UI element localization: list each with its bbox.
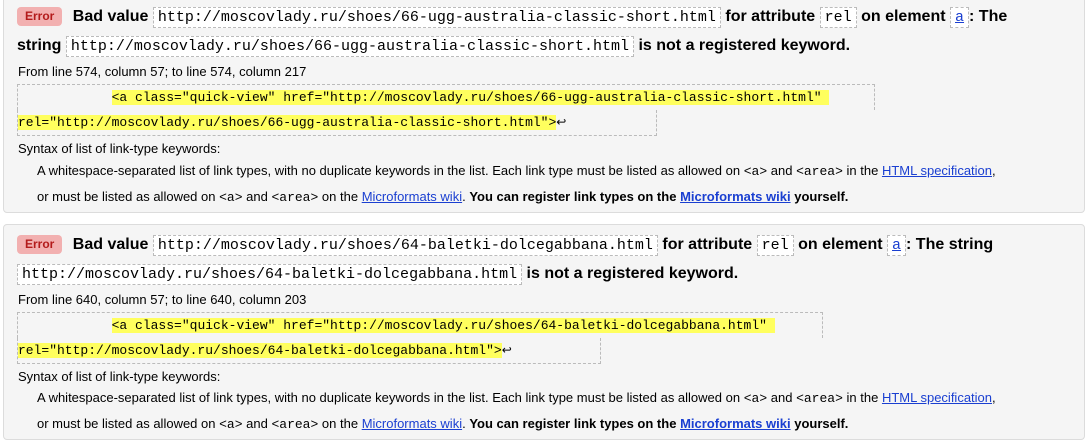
microformats-wiki-link-bold[interactable]: Microformats wiki — [680, 189, 791, 204]
syntax-description: A whitespace-separated list of link type… — [37, 390, 996, 432]
attribute-code: rel — [819, 7, 857, 28]
element-link[interactable]: a — [955, 9, 964, 26]
error-title: Error Bad value http://moscovlady.ru/sho… — [17, 231, 1078, 289]
highlighted-code: <a class="quick-view" href="http://mosco… — [111, 318, 775, 333]
error-badge: Error — [17, 7, 63, 26]
microformats-wiki-link[interactable]: Microformats wiki — [362, 416, 462, 431]
bad-value-code: http://moscovlady.ru/shoes/64-baletki-do… — [152, 235, 658, 256]
syntax-description: A whitespace-separated list of link type… — [37, 163, 996, 205]
code-area: <area> — [796, 164, 843, 179]
extract-line-2: rel="http://moscovlady.ru/shoes/64-balet… — [17, 338, 601, 364]
element-code: a — [887, 235, 907, 256]
return-icon: ↩ — [556, 115, 567, 129]
bad-value-code: http://moscovlady.ru/shoes/66-ugg-austra… — [152, 7, 721, 28]
return-icon: ↩ — [501, 343, 512, 357]
for-attribute-label: for attribute — [662, 236, 753, 253]
the-string-label: : The — [969, 8, 1008, 25]
bad-value-label: Bad value — [72, 236, 149, 253]
not-registered-label: is not a registered keyword. — [638, 37, 851, 54]
string-label: string — [17, 37, 62, 54]
error-message-1: Error Bad value http://moscovlady.ru/sho… — [3, 0, 1085, 213]
element-link[interactable]: a — [892, 237, 901, 254]
error-title: Error Bad value http://moscovlady.ru/sho… — [17, 3, 1078, 61]
element-code: a — [950, 7, 970, 28]
location-text: From line 574, column 57; to line 574, c… — [18, 64, 307, 79]
microformats-wiki-link-bold[interactable]: Microformats wiki — [680, 416, 791, 431]
code-a: <a> — [743, 391, 768, 406]
code-a: <a> — [219, 417, 243, 432]
attribute-code: rel — [756, 235, 794, 256]
code-a: <a> — [743, 164, 768, 179]
error-message-2: Error Bad value http://moscovlady.ru/sho… — [3, 224, 1085, 440]
html-specification-link[interactable]: HTML specification — [882, 390, 992, 405]
on-element-label: on element — [798, 236, 883, 253]
code-area: <area> — [271, 417, 319, 432]
syntax-heading: Syntax of list of link-type keywords: — [18, 141, 221, 156]
on-element-label: on element — [861, 8, 946, 25]
location-text: From line 640, column 57; to line 640, c… — [18, 292, 307, 307]
for-attribute-label: for attribute — [725, 8, 816, 25]
code-area: <area> — [271, 190, 319, 205]
highlighted-code: rel="http://moscovlady.ru/shoes/66-ugg-a… — [18, 115, 557, 130]
error-badge: Error — [17, 235, 63, 254]
code-a: <a> — [219, 190, 243, 205]
register-text: You can register link types on the — [469, 416, 677, 431]
string-value-code: http://moscovlady.ru/shoes/66-ugg-austra… — [65, 36, 634, 57]
the-string-label: : The string — [906, 236, 994, 253]
highlighted-code: <a class="quick-view" href="http://mosco… — [111, 90, 830, 105]
string-value-code: http://moscovlady.ru/shoes/64-baletki-do… — [17, 264, 523, 285]
source-extract: <a class="quick-view" href="http://mosco… — [17, 312, 823, 364]
extract-line-1: <a class="quick-view" href="http://mosco… — [17, 312, 823, 338]
register-text: You can register link types on the — [469, 189, 677, 204]
source-extract: <a class="quick-view" href="http://mosco… — [17, 84, 875, 136]
extract-line-2: rel="http://moscovlady.ru/shoes/66-ugg-a… — [17, 110, 657, 136]
microformats-wiki-link[interactable]: Microformats wiki — [362, 189, 462, 204]
extract-line-1: <a class="quick-view" href="http://mosco… — [17, 84, 875, 110]
highlighted-code: rel="http://moscovlady.ru/shoes/64-balet… — [18, 343, 502, 358]
syntax-heading: Syntax of list of link-type keywords: — [18, 369, 221, 384]
code-area: <area> — [796, 391, 843, 406]
not-registered-label: is not a registered keyword. — [526, 265, 739, 282]
bad-value-label: Bad value — [72, 8, 149, 25]
html-specification-link[interactable]: HTML specification — [882, 163, 992, 178]
